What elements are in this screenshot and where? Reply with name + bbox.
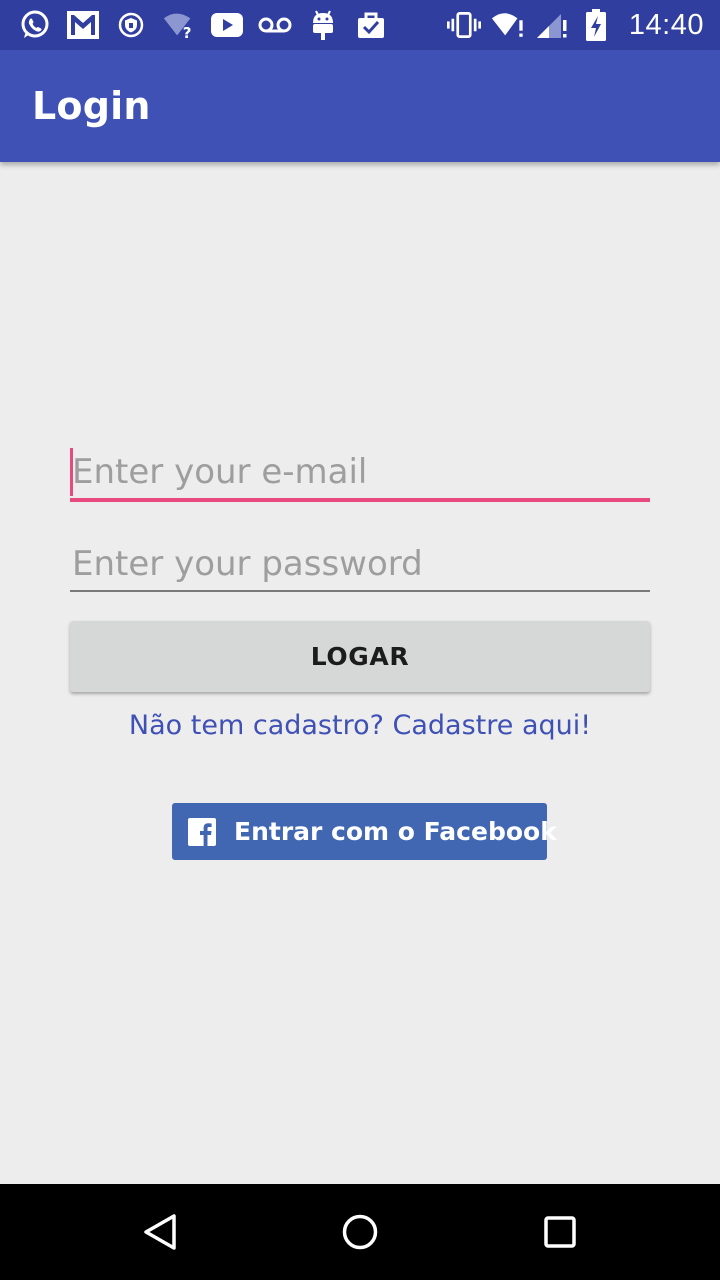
- text-cursor: [70, 448, 73, 496]
- clock: 14:40: [628, 8, 704, 41]
- status-bar: ? 14:40: [0, 0, 720, 50]
- facebook-login-label: Entrar com o Facebook: [234, 817, 557, 846]
- wifi-alert-icon: [491, 8, 525, 42]
- svg-text:?: ?: [183, 24, 192, 40]
- facebook-icon: [188, 817, 216, 846]
- register-link[interactable]: Não tem cadastro? Cadastre aqui!: [0, 704, 720, 748]
- password-field-container: [70, 540, 650, 592]
- page-title: Login: [32, 84, 151, 128]
- home-icon[interactable]: [330, 1202, 390, 1262]
- recents-icon[interactable]: [530, 1202, 590, 1262]
- password-field[interactable]: [70, 540, 650, 588]
- login-button[interactable]: LOGAR: [70, 621, 650, 692]
- password-field-underline: [70, 590, 650, 592]
- email-field[interactable]: [70, 448, 650, 496]
- voicemail-icon: [258, 8, 292, 42]
- clipboard-check-icon: [354, 8, 388, 42]
- back-icon[interactable]: [130, 1202, 190, 1262]
- facebook-login-button[interactable]: Entrar com o Facebook: [172, 803, 557, 860]
- vibrate-icon: [446, 8, 481, 42]
- notification-icons: ?: [18, 8, 447, 42]
- email-field-container: [70, 448, 650, 502]
- battery-charging-icon: [579, 8, 613, 42]
- email-field-underline: [70, 498, 650, 502]
- gmail-icon: [66, 8, 100, 42]
- whatsapp-icon: [18, 8, 52, 42]
- navigation-bar: [0, 1184, 720, 1280]
- app-bar: Login: [0, 50, 720, 162]
- android-debug-icon: [306, 8, 340, 42]
- vpn-shield-icon: [114, 8, 148, 42]
- wifi-question-icon: ?: [162, 8, 196, 42]
- system-icons: 14:40: [446, 8, 704, 42]
- signal-alert-icon: [535, 8, 569, 42]
- youtube-icon: [210, 8, 244, 42]
